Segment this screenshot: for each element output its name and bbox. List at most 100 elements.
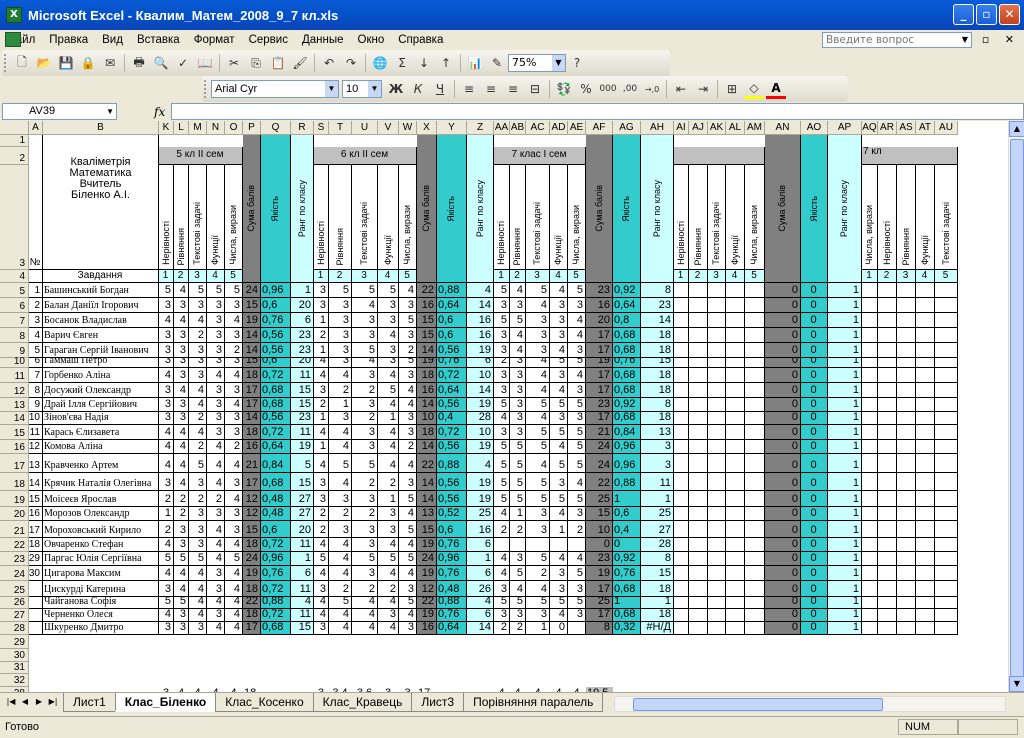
rank-cell[interactable]: 8	[641, 552, 674, 566]
column-header[interactable]: AB	[510, 121, 526, 135]
grade-cell[interactable]	[878, 507, 897, 521]
grade-cell[interactable]	[897, 283, 916, 298]
workbook-icon[interactable]	[5, 32, 21, 47]
rank-cell[interactable]: 18	[641, 343, 674, 358]
sum-cell[interactable]: 0	[765, 343, 801, 358]
grade-cell[interactable]: 2	[189, 412, 207, 425]
tab-sheet1[interactable]: Лист1	[63, 693, 116, 712]
quality-cell[interactable]: 0,64	[613, 298, 641, 313]
quality-cell[interactable]: 0	[801, 581, 828, 597]
fx-icon[interactable]: fx	[154, 105, 165, 119]
row-header[interactable]: 2	[0, 147, 29, 165]
grade-cell[interactable]	[862, 538, 878, 552]
next-sheet-icon[interactable]: ▶	[32, 697, 46, 706]
task-number[interactable]: 4	[726, 270, 745, 283]
rank-cell[interactable]: 1	[828, 507, 862, 521]
grade-cell[interactable]: 5	[329, 454, 352, 473]
rank-cell[interactable]: 11	[291, 609, 314, 622]
task-number[interactable]: 1	[314, 270, 329, 283]
rank-cell[interactable]: 1	[828, 581, 862, 597]
percent-button[interactable]: %	[576, 79, 596, 99]
grade-cell[interactable]	[689, 412, 708, 425]
quality-cell[interactable]: 0,6	[261, 298, 291, 313]
rank-header[interactable]: Ранг по класу	[291, 135, 314, 283]
grade-cell[interactable]: 5	[159, 552, 174, 566]
sum-cell[interactable]: 14	[243, 343, 261, 358]
grade-cell[interactable]	[897, 368, 916, 383]
borders-icon[interactable]: ⊞	[722, 79, 742, 99]
grade-cell[interactable]: 3	[329, 358, 352, 368]
grade-cell[interactable]	[689, 581, 708, 597]
grade-cell[interactable]: 5	[225, 552, 243, 566]
row-number[interactable]: 1	[29, 283, 43, 298]
grade-cell[interactable]: 2	[207, 491, 225, 507]
grade-cell[interactable]: 5	[378, 283, 399, 298]
sum-cell[interactable]: 22	[243, 597, 261, 609]
scroll-down-icon[interactable]: ▼	[1009, 676, 1024, 692]
redo-icon[interactable]: ↷	[341, 53, 361, 73]
quality-cell[interactable]: 0,56	[261, 343, 291, 358]
quality-cell[interactable]: 0,68	[261, 398, 291, 412]
quality-cell[interactable]: 0,68	[261, 383, 291, 398]
row-header[interactable]: 23	[0, 552, 29, 566]
grade-cell[interactable]: 4	[378, 566, 399, 581]
grade-cell[interactable]	[689, 491, 708, 507]
quality-header[interactable]: Якість	[261, 135, 291, 283]
grade-cell[interactable]: 3	[174, 412, 189, 425]
sum-cell[interactable]: 25	[586, 597, 613, 609]
grade-cell[interactable]	[726, 343, 745, 358]
sum-cell[interactable]: 0	[765, 440, 801, 454]
rank-cell[interactable]: 1	[828, 597, 862, 609]
rank-cell[interactable]: 13	[641, 425, 674, 440]
formula-input[interactable]	[171, 103, 1024, 120]
grade-cell[interactable]	[674, 398, 689, 412]
task-number[interactable]: 4	[207, 270, 225, 283]
sum-cell[interactable]: 0	[765, 597, 801, 609]
grade-cell[interactable]: 3	[207, 581, 225, 597]
grade-cell[interactable]: 3	[207, 425, 225, 440]
save-icon[interactable]: 💾	[56, 53, 76, 73]
quality-cell[interactable]: 0,72	[261, 581, 291, 597]
grade-cell[interactable]: 4	[526, 298, 550, 313]
grade-cell[interactable]: 3	[526, 313, 550, 328]
grade-cell[interactable]: 4	[378, 440, 399, 454]
grade-cell[interactable]	[708, 425, 726, 440]
grade-cell[interactable]	[674, 425, 689, 440]
quality-cell[interactable]: 0,76	[437, 566, 467, 581]
tab-klas-bilenko[interactable]: Клас_Біленко	[114, 693, 217, 712]
grade-cell[interactable]	[708, 491, 726, 507]
grade-cell[interactable]	[897, 313, 916, 328]
sum-cell[interactable]: 20	[586, 313, 613, 328]
subject-header[interactable]: Функції	[726, 165, 745, 270]
grade-cell[interactable]: 5	[314, 552, 329, 566]
sum-cell[interactable]: 19	[417, 538, 437, 552]
column-header[interactable]: AO	[801, 121, 828, 135]
grade-cell[interactable]	[674, 368, 689, 383]
quality-cell[interactable]: 1	[613, 491, 641, 507]
cell[interactable]	[314, 135, 417, 147]
close-button[interactable]: ✕	[999, 4, 1020, 25]
grade-cell[interactable]	[878, 597, 897, 609]
grade-cell[interactable]	[726, 412, 745, 425]
quality-cell[interactable]: 0	[801, 343, 828, 358]
grade-cell[interactable]: 3	[159, 298, 174, 313]
format-painter-icon[interactable]: 🖌	[290, 53, 310, 73]
grade-cell[interactable]: 4	[225, 398, 243, 412]
grade-cell[interactable]: 3	[526, 609, 550, 622]
merge-center-icon[interactable]: ⊟	[525, 79, 545, 99]
grade-cell[interactable]: 4	[159, 454, 174, 473]
rank-cell[interactable]: 4	[467, 454, 494, 473]
quality-cell[interactable]: 0,92	[613, 552, 641, 566]
grade-cell[interactable]: 4	[159, 440, 174, 454]
grade-cell[interactable]	[878, 343, 897, 358]
column-header[interactable]: Q	[261, 121, 291, 135]
task-number[interactable]: 4	[378, 270, 399, 283]
grade-cell[interactable]: 2	[225, 343, 243, 358]
grade-cell[interactable]	[862, 581, 878, 597]
sum-cell[interactable]: 16	[417, 383, 437, 398]
sum-cell[interactable]: 17	[586, 368, 613, 383]
grade-cell[interactable]: 3	[510, 368, 526, 383]
rank-cell[interactable]: 27	[291, 507, 314, 521]
quality-cell[interactable]: 0	[801, 454, 828, 473]
task-number[interactable]: 3	[189, 270, 207, 283]
